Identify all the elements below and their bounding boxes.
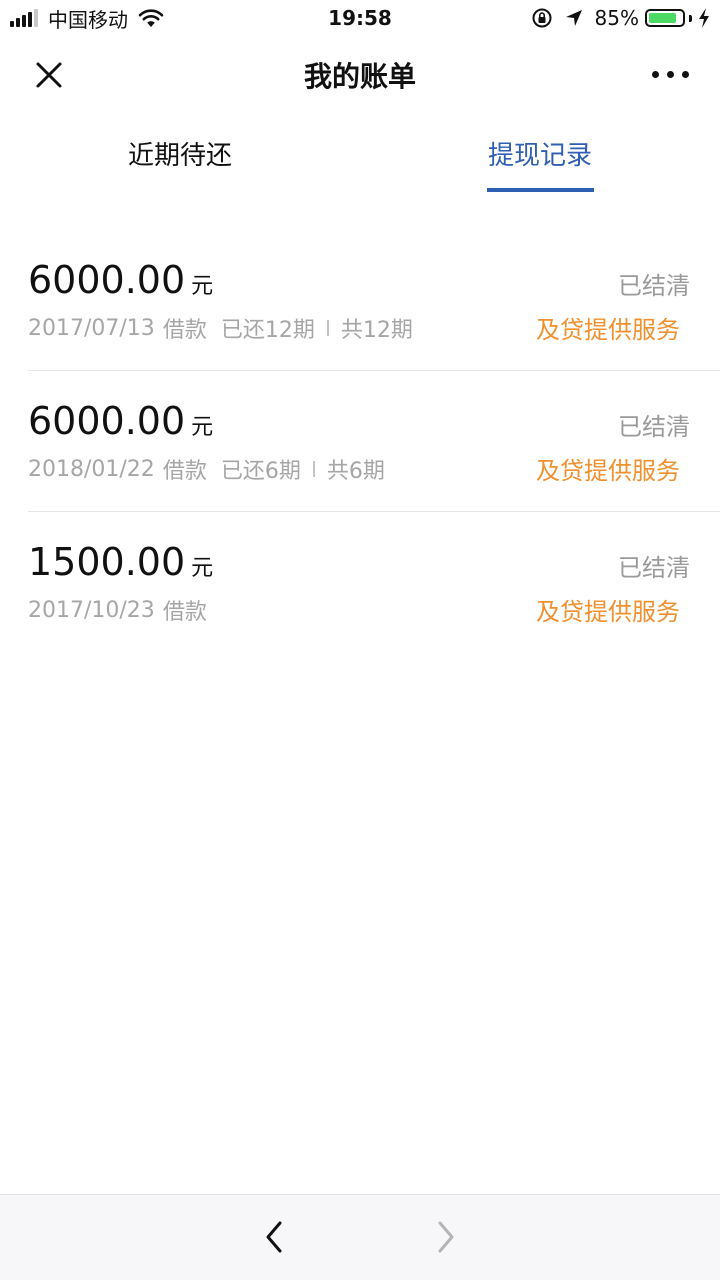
tab-bar: 近期待还 提现记录 xyxy=(0,110,720,194)
list-item[interactable]: 6000.00 元 已结清 2018/01/22 借款 已还6期 共6期 及贷提… xyxy=(0,371,720,512)
battery-percent: 85% xyxy=(594,6,639,30)
amount-value: 6000.00 xyxy=(28,258,186,302)
amount-value: 1500.00 xyxy=(28,540,186,584)
screen: 中国移动 19:58 85% 我的账单 近期待还 提现记录 6000.00 元 … xyxy=(0,0,720,1280)
record-total-installments: 共6期 xyxy=(326,459,385,484)
record-date: 2018/01/22 xyxy=(28,456,155,482)
tab-label: 提现记录 xyxy=(487,141,592,171)
record-paid-installments: 已还12期 xyxy=(220,318,315,343)
record-meta: 2017/07/13 借款 已还12期 共12期 xyxy=(28,312,413,344)
record-meta: 2017/10/23 借款 xyxy=(28,594,207,626)
amount-unit: 元 xyxy=(191,415,214,440)
record-amount: 6000.00 元 xyxy=(28,258,213,302)
meta-divider xyxy=(326,320,329,336)
forward-button[interactable] xyxy=(426,1215,466,1259)
tab-label: 近期待还 xyxy=(127,141,232,171)
charging-bolt-icon xyxy=(699,8,709,28)
list-item[interactable]: 6000.00 元 已结清 2017/07/13 借款 已还12期 共12期 及… xyxy=(0,230,720,371)
record-list: 6000.00 元 已结清 2017/07/13 借款 已还12期 共12期 及… xyxy=(0,230,720,653)
amount-unit: 元 xyxy=(191,556,214,581)
record-provider: 及贷提供服务 xyxy=(536,457,680,485)
record-type: 借款 xyxy=(162,600,207,625)
battery-tip xyxy=(689,14,692,22)
bottom-toolbar xyxy=(0,1194,720,1280)
battery-fill xyxy=(649,13,676,23)
more-button[interactable] xyxy=(642,58,698,90)
record-date: 2017/10/23 xyxy=(28,597,155,623)
tab-recent-due[interactable]: 近期待还 xyxy=(0,110,360,194)
list-item[interactable]: 1500.00 元 已结清 2017/10/23 借款 及贷提供服务 xyxy=(0,512,720,653)
active-tab-indicator xyxy=(487,188,594,192)
record-meta: 2018/01/22 借款 已还6期 共6期 xyxy=(28,453,385,485)
location-arrow-icon xyxy=(565,10,582,26)
record-total-installments: 共12期 xyxy=(340,318,413,343)
record-type: 借款 xyxy=(162,318,207,343)
status-bar: 中国移动 19:58 85% xyxy=(0,0,720,38)
record-provider: 及贷提供服务 xyxy=(536,598,680,626)
record-paid-installments: 已还6期 xyxy=(220,459,301,484)
back-button[interactable] xyxy=(254,1215,294,1259)
chevron-right-icon xyxy=(438,1221,454,1253)
status-badge: 已结清 xyxy=(618,554,690,582)
page-title: 我的账单 xyxy=(303,60,416,93)
chevron-left-icon xyxy=(266,1221,282,1253)
meta-divider xyxy=(312,461,315,477)
record-type: 借款 xyxy=(162,459,207,484)
status-right: 85% xyxy=(531,6,710,30)
record-amount: 6000.00 元 xyxy=(28,399,213,443)
record-provider: 及贷提供服务 xyxy=(536,316,680,344)
tab-withdrawal-history[interactable]: 提现记录 xyxy=(360,110,720,194)
orientation-lock-icon xyxy=(532,8,552,28)
record-date: 2017/07/13 xyxy=(28,315,155,341)
more-dots-icon xyxy=(648,70,693,78)
record-amount: 1500.00 元 xyxy=(28,540,213,584)
battery-icon xyxy=(645,9,685,27)
status-badge: 已结清 xyxy=(618,272,690,300)
status-badge: 已结清 xyxy=(618,413,690,441)
nav-bar: 我的账单 xyxy=(0,38,720,110)
amount-value: 6000.00 xyxy=(28,399,186,443)
amount-unit: 元 xyxy=(191,274,214,299)
